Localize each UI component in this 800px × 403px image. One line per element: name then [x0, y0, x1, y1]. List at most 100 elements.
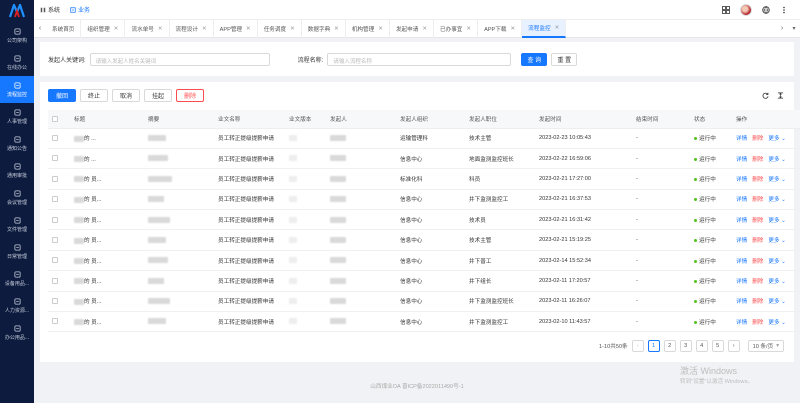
row-checkbox[interactable]	[52, 134, 58, 141]
close-icon[interactable]: ✕	[246, 26, 251, 32]
col-summary[interactable]: 摘要	[144, 110, 214, 129]
col-status[interactable]: 状态	[690, 110, 732, 129]
tabs-scroll-right-icon[interactable]: ›	[776, 25, 788, 32]
col-end-time[interactable]: 结束时间	[632, 110, 690, 129]
pending-button[interactable]: 挂起	[144, 89, 173, 102]
detail-link[interactable]: 详情	[736, 259, 747, 265]
delete-link[interactable]: 删除	[752, 259, 763, 265]
table-row[interactable]: 的 ... 员工转正提级提薪申请 运输管理科 技术主管 2023-02-23 10:05…	[48, 128, 800, 149]
col-title[interactable]: 标题	[70, 110, 144, 129]
tab-0[interactable]: 系统首页	[46, 19, 82, 38]
sidebar-item-9[interactable]: 设备用品...	[0, 265, 34, 292]
delete-link[interactable]: 删除	[752, 197, 763, 203]
select-all-checkbox[interactable]	[52, 115, 58, 122]
detail-link[interactable]: 详情	[736, 157, 747, 163]
business-menu[interactable]: 业务	[70, 5, 90, 14]
close-icon[interactable]: ✕	[510, 26, 515, 32]
grid-icon[interactable]	[722, 5, 730, 14]
detail-link[interactable]: 详情	[736, 320, 747, 326]
table-row[interactable]: 的 员... 员工转正提级提薪申请 标准化科 科员 2023-02-21 17:27:0…	[48, 168, 800, 190]
table-row[interactable]: 的 员... 员工转正提级提薪申请 信息中心 井下监测监控班长 2023-02-11 1…	[48, 291, 800, 313]
detail-link[interactable]: 详情	[736, 238, 747, 244]
col-version[interactable]: 业文版本	[285, 110, 326, 129]
tab-3[interactable]: 流程设计 ✕	[170, 19, 214, 38]
tab-4[interactable]: APP管理 ✕	[214, 19, 258, 38]
tabs-scroll-left-icon[interactable]: ‹	[34, 25, 46, 32]
more-link[interactable]: 更多 ⌄	[768, 320, 785, 326]
column-height-icon[interactable]	[777, 92, 784, 99]
page-button[interactable]: 5	[711, 340, 724, 352]
reset-button[interactable]: 重 置	[551, 52, 578, 66]
delete-link[interactable]: 删除	[752, 279, 763, 285]
tab-9[interactable]: 已办事宜 ✕	[434, 19, 479, 38]
page-button[interactable]: 2	[663, 340, 676, 352]
tab-1[interactable]: 组织管理 ✕	[81, 19, 126, 38]
delete-link[interactable]: 删除	[752, 320, 763, 326]
detail-link[interactable]: 详情	[736, 218, 747, 224]
more-link[interactable]: 更多 ⌄	[768, 238, 785, 244]
close-icon[interactable]: ✕	[290, 26, 295, 32]
sidebar-item-11[interactable]: 办公用品...	[0, 319, 34, 346]
next-page-icon[interactable]: ›	[727, 340, 740, 352]
close-icon[interactable]: ✕	[555, 25, 560, 31]
detail-link[interactable]: 详情	[736, 136, 747, 142]
sidebar-item-2[interactable]: 流程监控	[0, 76, 34, 103]
globe-icon[interactable]	[762, 5, 770, 14]
query-button[interactable]: 查 询	[521, 52, 548, 66]
more-link[interactable]: 更多 ⌄	[768, 218, 785, 224]
tab-7[interactable]: 机构管理 ✕	[346, 19, 390, 38]
row-checkbox[interactable]	[52, 175, 58, 182]
close-icon[interactable]: ✕	[378, 26, 383, 32]
tabs-menu-icon[interactable]: ▾	[788, 25, 800, 32]
table-row[interactable]: 的 ... 员工转正提级提薪申请 信息中心 地面监测监控班长 2023-02-22 16…	[48, 148, 800, 170]
delete-link[interactable]: 删除	[752, 218, 763, 224]
table-row[interactable]: 的 员... 员工转正提级提薪申请 信息中心 技术主管 2023-02-21 15:19…	[48, 229, 800, 251]
row-checkbox[interactable]	[52, 155, 58, 162]
more-link[interactable]: 更多 ⌄	[768, 259, 785, 265]
sidebar-item-4[interactable]: 通知公告	[0, 130, 34, 157]
app-logo[interactable]	[0, 0, 34, 22]
row-checkbox[interactable]	[52, 318, 58, 325]
delete-link[interactable]: 删除	[752, 157, 763, 163]
tab-2[interactable]: 流水单号 ✕	[125, 19, 170, 38]
more-link[interactable]: 更多 ⌄	[768, 279, 785, 285]
sidebar-item-0[interactable]: 公司架构	[0, 22, 34, 49]
tab-10[interactable]: APP下载 ✕	[478, 19, 523, 38]
table-row[interactable]: 的 员... 员工转正提级提薪申请 信息中心 技术员 2023-02-21 16:31:…	[48, 209, 800, 231]
refresh-icon[interactable]	[762, 92, 769, 99]
resume-button[interactable]: 撤回	[48, 89, 77, 102]
sidebar-item-7[interactable]: 文件管理	[0, 211, 34, 238]
delete-link[interactable]: 删除	[752, 136, 763, 142]
sidebar-item-8[interactable]: 日常管理	[0, 238, 34, 265]
close-icon[interactable]: ✕	[114, 26, 119, 32]
detail-link[interactable]: 详情	[736, 279, 747, 285]
prev-page-icon[interactable]: ‹	[631, 340, 644, 352]
col-position[interactable]: 发起人职位	[465, 110, 535, 129]
col-initiator[interactable]: 发起人	[326, 110, 396, 129]
delete-link[interactable]: 删除	[752, 238, 763, 244]
more-link[interactable]: 更多 ⌄	[768, 157, 785, 163]
row-checkbox[interactable]	[52, 277, 58, 284]
table-row[interactable]: 的 员... 员工转正提级提薪申请 信息中心 井下普工 2023-02-14 15:52…	[48, 250, 800, 272]
sidebar-item-3[interactable]: 人事管理	[0, 103, 34, 130]
stop-button[interactable]: 终止	[80, 89, 109, 102]
system-menu[interactable]: 系统	[40, 5, 60, 14]
row-checkbox[interactable]	[52, 298, 58, 305]
more-icon[interactable]	[780, 6, 788, 14]
page-button[interactable]: 1	[647, 340, 660, 352]
row-checkbox[interactable]	[52, 196, 58, 203]
table-row[interactable]: 的 员... 员工转正提级提薪申请 信息中心 井下组长 2023-02-11 17:20…	[48, 270, 800, 292]
process-name-input[interactable]: 请输入流程名称	[327, 52, 512, 66]
user-avatar[interactable]	[740, 3, 752, 16]
col-start-time[interactable]: 发起时间	[535, 110, 632, 129]
close-icon[interactable]: ✕	[202, 26, 207, 32]
delete-link[interactable]: 删除	[752, 299, 763, 305]
initiator-input[interactable]: 请输入发起人姓名关键词	[89, 52, 270, 66]
close-icon[interactable]: ✕	[334, 26, 339, 32]
col-name[interactable]: 业文名称	[214, 110, 285, 129]
more-link[interactable]: 更多 ⌄	[768, 197, 785, 203]
sidebar-item-5[interactable]: 通用审批	[0, 157, 34, 184]
col-org[interactable]: 发起人组织	[396, 110, 465, 129]
row-checkbox[interactable]	[52, 236, 58, 243]
close-icon[interactable]: ✕	[158, 26, 163, 32]
